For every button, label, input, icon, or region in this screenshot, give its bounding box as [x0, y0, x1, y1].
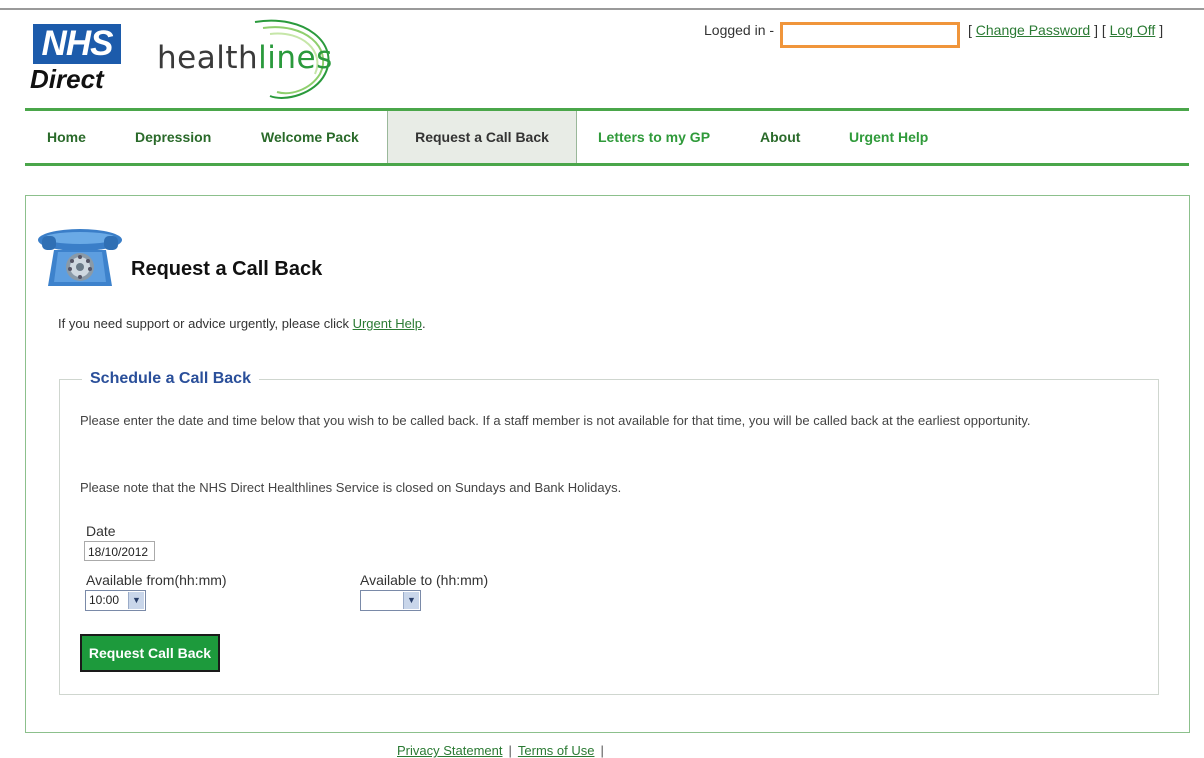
urgent-notice-text: If you need support or advice urgently, …	[58, 316, 353, 331]
bracket-close: ]	[1155, 22, 1164, 38]
nhs-logo-direct: Direct	[30, 64, 104, 94]
footer-links: Privacy Statement | Terms of Use |	[397, 743, 610, 758]
nhs-direct-logo: NHS Direct	[30, 24, 126, 96]
bracket-mid: ] [	[1090, 22, 1110, 38]
fieldset-legend: Schedule a Call Back	[82, 370, 259, 388]
available-from-label: Available from(hh:mm)	[86, 572, 227, 588]
privacy-statement-link[interactable]: Privacy Statement	[397, 743, 503, 758]
nav-item-welcome-pack[interactable]: Welcome Pack	[261, 111, 359, 163]
content-panel: Request a Call Back If you need support …	[25, 195, 1190, 733]
account-links: [ Change Password ] [ Log Off ]	[968, 22, 1163, 38]
nav-item-urgent-help[interactable]: Urgent Help	[849, 111, 928, 163]
closed-days-notice: Please note that the NHS Direct Healthli…	[80, 480, 622, 495]
healthlines-logo: healthlines	[155, 14, 345, 100]
nav-item-request-call-back[interactable]: Request a Call Back	[387, 111, 577, 163]
brand-plain: health	[157, 40, 259, 76]
available-to-label: Available to (hh:mm)	[360, 572, 489, 588]
bracket-open: [	[968, 22, 976, 38]
nav-item-about[interactable]: About	[760, 111, 800, 163]
date-input[interactable]: 18/10/2012	[84, 541, 155, 561]
available-to-select[interactable]: ▼	[360, 590, 421, 611]
instructions-text: Please enter the date and time below tha…	[80, 413, 1031, 428]
nav-bottom-border	[25, 163, 1189, 166]
telephone-icon	[38, 229, 122, 286]
change-password-link[interactable]: Change Password	[976, 22, 1090, 38]
brand-accent: lines	[258, 40, 333, 76]
healthlines-wordmark: healthlines	[157, 40, 333, 76]
page-title: Request a Call Back	[131, 258, 323, 280]
nav-item-letters-to-gp[interactable]: Letters to my GP	[598, 111, 710, 163]
terms-of-use-link[interactable]: Terms of Use	[518, 743, 595, 758]
available-from-select[interactable]: 10:00 ▼	[85, 590, 146, 611]
request-call-back-button[interactable]: Request Call Back	[80, 634, 220, 672]
urgent-notice-suffix: .	[421, 316, 426, 331]
schedule-call-back-fieldset: Schedule a Call Back Please enter the da…	[59, 370, 1159, 695]
available-from-value: 10:00	[89, 593, 120, 607]
nhs-logo-mark: NHS	[33, 24, 121, 64]
logged-in-user-field	[780, 22, 960, 48]
logged-in-label: Logged in -	[704, 22, 775, 38]
date-label: Date	[86, 523, 116, 539]
nav-item-depression[interactable]: Depression	[135, 111, 211, 163]
chevron-down-icon: ▼	[403, 592, 419, 609]
footer-separator: |	[508, 743, 512, 758]
urgent-help-notice: If you need support or advice urgently, …	[58, 316, 426, 331]
log-off-link[interactable]: Log Off	[1110, 22, 1156, 38]
nav-item-home[interactable]: Home	[47, 111, 86, 163]
main-nav: Home Depression Welcome Pack Request a C…	[25, 111, 1189, 163]
chevron-down-icon: ▼	[128, 592, 144, 609]
top-divider	[0, 8, 1204, 10]
urgent-help-link[interactable]: Urgent Help	[353, 316, 422, 331]
footer-separator: |	[600, 743, 604, 758]
